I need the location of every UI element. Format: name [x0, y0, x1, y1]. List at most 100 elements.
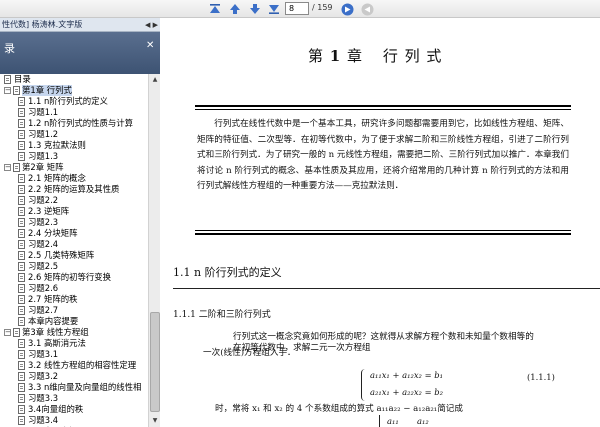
bookmark-item[interactable]: 习题2.7: [0, 305, 148, 316]
go-back-icon[interactable]: [360, 2, 374, 16]
determinant-bar-left: [379, 415, 380, 427]
bookmark-page-icon: [18, 361, 25, 370]
bookmark-item[interactable]: 习题3.4: [0, 415, 148, 426]
bookmark-label: 习题2.7: [28, 305, 59, 315]
go-prev-icon[interactable]: [228, 2, 242, 16]
intro-rule-top-thin: [195, 109, 571, 110]
bookmark-item[interactable]: − 第1章 行列式: [0, 85, 148, 96]
bookmark-item[interactable]: 习题3.1: [0, 349, 148, 360]
bookmark-item[interactable]: 1.3 克拉默法则: [0, 140, 148, 151]
bookmark-page-icon: [13, 86, 20, 95]
bookmark-label: 目录: [14, 74, 31, 84]
bookmark-page-icon: [13, 328, 20, 337]
intro-rule-bottom: [195, 233, 571, 235]
bookmark-page-icon: [18, 273, 25, 282]
bookmark-item[interactable]: 2.7 矩阵的秩: [0, 294, 148, 305]
bookmark-item[interactable]: 本章内容提要: [0, 316, 148, 327]
bookmark-page-icon: [18, 97, 25, 106]
go-forward-icon[interactable]: [340, 2, 354, 16]
bookmark-label: 第2章 矩阵: [22, 162, 64, 172]
bookmark-item[interactable]: 2.5 几类特殊矩阵: [0, 250, 148, 261]
page-number-input[interactable]: 8: [285, 2, 309, 15]
bookmark-item[interactable]: 习题1.3: [0, 151, 148, 162]
collapse-toggle-icon[interactable]: −: [4, 87, 11, 94]
chapter-prefix: 第: [308, 47, 325, 65]
document-tab[interactable]: 性代数] 杨涛林.文字版 ◀ ▶: [0, 18, 160, 32]
bookmark-label: 习题2.5: [28, 261, 59, 271]
bookmark-page-icon: [13, 163, 20, 172]
bookmark-page-icon: [18, 262, 25, 271]
bookmarks-header: 录 ✕: [0, 32, 160, 74]
bookmark-label: 习题1.2: [28, 129, 59, 139]
bookmark-item[interactable]: 2.4 分块矩阵: [0, 228, 148, 239]
bookmark-item[interactable]: 2.2 矩阵的运算及其性质: [0, 184, 148, 195]
go-first-icon[interactable]: [208, 2, 222, 16]
bookmark-item[interactable]: 习题2.2: [0, 195, 148, 206]
bookmark-item[interactable]: − 第3章 线性方程组: [0, 327, 148, 338]
bookmark-item[interactable]: 习题1.1: [0, 107, 148, 118]
bookmark-page-icon: [18, 152, 25, 161]
collapse-toggle-icon[interactable]: −: [4, 164, 11, 171]
paragraph-line: 在初等代数中，求解二元一次方程组: [233, 343, 371, 353]
bookmark-item[interactable]: 2.3 逆矩阵: [0, 206, 148, 217]
bookmark-page-icon: [18, 405, 25, 414]
bookmark-item[interactable]: 3.1 高斯消元法: [0, 338, 148, 349]
bookmark-label: 3.1 高斯消元法: [28, 338, 86, 348]
bookmark-label: 2.2 矩阵的运算及其性质: [28, 184, 120, 194]
bookmark-item[interactable]: 3.3 n维向量及向量组的线性相: [0, 382, 148, 393]
bookmark-item[interactable]: 3.2 线性方程组的相容性定理: [0, 360, 148, 371]
collapse-toggle-icon[interactable]: −: [4, 329, 11, 336]
bookmark-page-icon: [18, 251, 25, 260]
chapter-intro: 行列式在线性代数中是一个基本工具，研究许多问题都需要用到它，比如线性方程组、矩阵…: [197, 119, 569, 191]
bookmark-page-icon: [18, 306, 25, 315]
bookmark-item[interactable]: 习题3.3: [0, 393, 148, 404]
equation-line: a₂₁x₁ + a₂₂x₂ = b₂: [370, 387, 443, 397]
bookmark-label: 习题3.2: [28, 371, 59, 381]
section-title: 1.1 n 阶行列式的定义: [173, 266, 282, 279]
scrollbar-thumb[interactable]: [150, 312, 160, 412]
go-next-icon[interactable]: [248, 2, 262, 16]
bookmark-page-icon: [18, 394, 25, 403]
bookmark-label: 习题1.3: [28, 151, 59, 161]
bookmark-label: 习题2.6: [28, 283, 59, 293]
bookmark-item[interactable]: 习题2.5: [0, 261, 148, 272]
bookmark-item[interactable]: 1.2 n阶行列式的性质与计算: [0, 118, 148, 129]
bookmark-label: 习题2.3: [28, 217, 59, 227]
equation-number: (1.1.1): [527, 372, 555, 382]
bookmark-label: 1.3 克拉默法则: [28, 140, 86, 150]
bookmark-item[interactable]: 习题2.6: [0, 283, 148, 294]
bookmark-label: 习题3.1: [28, 349, 59, 359]
bookmark-label: 2.3 逆矩阵: [28, 206, 70, 216]
chapter-name: 行 列 式: [382, 47, 443, 65]
document-tab-label: 性代数] 杨涛林.文字版: [2, 20, 83, 29]
scroll-up-icon[interactable]: ▲: [150, 75, 160, 85]
bookmark-label: 1.1 n阶行列式的定义: [28, 96, 108, 106]
bookmark-page-icon: [18, 372, 25, 381]
go-last-icon[interactable]: [267, 2, 281, 16]
bookmark-item[interactable]: 2.6 矩阵的初等行变换: [0, 272, 148, 283]
bookmark-item[interactable]: 目录: [0, 74, 148, 85]
bookmark-item[interactable]: 习题3.2: [0, 371, 148, 382]
toolbar: 8 / 159: [0, 0, 600, 18]
bookmarks-scrollbar[interactable]: ▲ ▼: [148, 74, 160, 427]
scroll-down-icon[interactable]: ▼: [150, 416, 160, 426]
bookmark-page-icon: [18, 240, 25, 249]
equation-brace: [361, 369, 367, 401]
intro-rule-bottom-thin: [195, 230, 571, 231]
bookmark-item[interactable]: 习题1.2: [0, 129, 148, 140]
document-page: 第 1 章 行 列 式 行列式在线性代数中是一个基本工具，研究许多问题都需要用到…: [161, 18, 600, 427]
bookmark-label: 2.5 几类特殊矩阵: [28, 250, 95, 260]
bookmark-item[interactable]: 1.1 n阶行列式的定义: [0, 96, 148, 107]
bookmark-item[interactable]: − 第2章 矩阵: [0, 162, 148, 173]
bookmark-page-icon: [18, 284, 25, 293]
determinant-entry: a₁₂: [417, 416, 429, 426]
bookmark-item[interactable]: 习题2.4: [0, 239, 148, 250]
bookmark-item[interactable]: 3.4向量组的秩: [0, 404, 148, 415]
bookmark-label: 习题2.4: [28, 239, 59, 249]
bookmark-label: 2.1 矩阵的概念: [28, 173, 86, 183]
bookmark-item[interactable]: 2.1 矩阵的概念: [0, 173, 148, 184]
bookmark-label: 2.7 矩阵的秩: [28, 294, 78, 304]
bookmark-item[interactable]: 习题2.3: [0, 217, 148, 228]
tab-scroll-arrows[interactable]: ◀ ▶: [145, 18, 158, 31]
close-icon[interactable]: ✕: [146, 40, 154, 51]
